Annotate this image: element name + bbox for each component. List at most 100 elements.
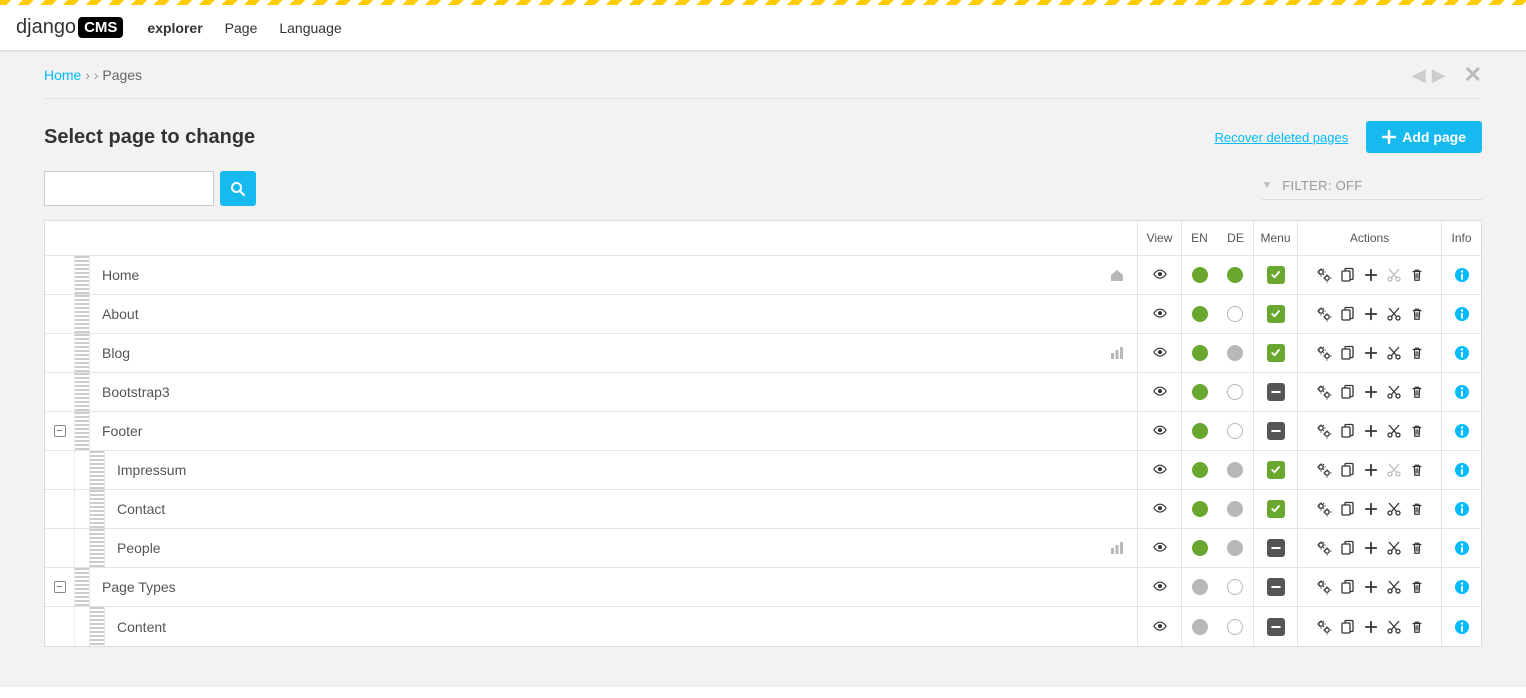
filter-toggle[interactable]: ▼ FILTER: OFF — [1262, 178, 1482, 193]
add-icon[interactable] — [1364, 307, 1378, 321]
copy-icon[interactable] — [1340, 462, 1356, 478]
trash-icon[interactable] — [1410, 462, 1424, 478]
page-name-cell[interactable]: Footer — [90, 423, 1137, 439]
menu-page[interactable]: Page — [225, 20, 258, 36]
cut-icon[interactable] — [1386, 345, 1402, 361]
info-icon[interactable] — [1454, 345, 1470, 361]
view-cell[interactable] — [1137, 334, 1181, 372]
cut-icon[interactable] — [1386, 423, 1402, 439]
cut-icon[interactable] — [1386, 540, 1402, 556]
cut-icon[interactable] — [1386, 501, 1402, 517]
add-icon[interactable] — [1364, 620, 1378, 634]
menu-check-icon[interactable] — [1267, 500, 1285, 518]
page-name-cell[interactable]: Home — [90, 267, 1137, 283]
breadcrumb-home[interactable]: Home — [44, 67, 81, 83]
drag-handle[interactable] — [90, 607, 105, 646]
add-icon[interactable] — [1364, 424, 1378, 438]
lang-dot-green[interactable] — [1227, 267, 1243, 283]
menu-minus-icon[interactable] — [1267, 422, 1285, 440]
drag-handle[interactable] — [75, 295, 90, 333]
menu-minus-icon[interactable] — [1267, 618, 1285, 636]
add-icon[interactable] — [1364, 268, 1378, 282]
lang-dot-green[interactable] — [1192, 384, 1208, 400]
info-icon[interactable] — [1454, 306, 1470, 322]
copy-icon[interactable] — [1340, 579, 1356, 595]
lang-dot-outline[interactable] — [1227, 384, 1243, 400]
info-icon[interactable] — [1454, 423, 1470, 439]
view-cell[interactable] — [1137, 412, 1181, 450]
drag-handle[interactable] — [75, 256, 90, 294]
copy-icon[interactable] — [1340, 384, 1356, 400]
menu-check-icon[interactable] — [1267, 461, 1285, 479]
lang-dot-outline[interactable] — [1227, 619, 1243, 635]
add-icon[interactable] — [1364, 385, 1378, 399]
search-input[interactable] — [44, 171, 214, 206]
copy-icon[interactable] — [1340, 619, 1356, 635]
drag-handle[interactable] — [90, 451, 105, 489]
trash-icon[interactable] — [1410, 619, 1424, 635]
copy-icon[interactable] — [1340, 501, 1356, 517]
view-cell[interactable] — [1137, 295, 1181, 333]
drag-handle[interactable] — [75, 334, 90, 372]
page-name-cell[interactable]: Page Types — [90, 579, 1137, 595]
menu-check-icon[interactable] — [1267, 266, 1285, 284]
lang-dot-grey[interactable] — [1192, 579, 1208, 595]
cut-icon[interactable] — [1386, 267, 1402, 283]
cut-icon[interactable] — [1386, 384, 1402, 400]
cut-icon[interactable] — [1386, 619, 1402, 635]
copy-icon[interactable] — [1340, 345, 1356, 361]
menu-language[interactable]: Language — [279, 20, 341, 36]
settings-icon[interactable] — [1316, 267, 1332, 283]
lang-dot-green[interactable] — [1192, 540, 1208, 556]
lang-dot-green[interactable] — [1192, 462, 1208, 478]
page-name-cell[interactable]: About — [90, 306, 1137, 322]
search-button[interactable] — [220, 171, 256, 206]
copy-icon[interactable] — [1340, 306, 1356, 322]
lang-dot-green[interactable] — [1192, 267, 1208, 283]
menu-check-icon[interactable] — [1267, 305, 1285, 323]
menu-explorer[interactable]: explorer — [147, 20, 202, 36]
lang-dot-grey[interactable] — [1227, 462, 1243, 478]
lang-dot-outline[interactable] — [1227, 306, 1243, 322]
add-page-button[interactable]: Add page — [1366, 121, 1482, 153]
cut-icon[interactable] — [1386, 579, 1402, 595]
menu-minus-icon[interactable] — [1267, 539, 1285, 557]
add-icon[interactable] — [1364, 502, 1378, 516]
close-icon[interactable]: ✕ — [1464, 62, 1482, 88]
settings-icon[interactable] — [1316, 619, 1332, 635]
page-name-cell[interactable]: People — [105, 540, 1137, 556]
drag-handle[interactable] — [75, 373, 90, 411]
settings-icon[interactable] — [1316, 423, 1332, 439]
menu-minus-icon[interactable] — [1267, 578, 1285, 596]
drag-handle[interactable] — [75, 568, 90, 606]
lang-dot-grey[interactable] — [1227, 540, 1243, 556]
add-icon[interactable] — [1364, 541, 1378, 555]
nav-next-icon[interactable]: ▶ — [1432, 65, 1446, 86]
info-icon[interactable] — [1454, 267, 1470, 283]
lang-dot-green[interactable] — [1192, 423, 1208, 439]
trash-icon[interactable] — [1410, 267, 1424, 283]
drag-handle[interactable] — [90, 490, 105, 528]
page-name-cell[interactable]: Contact — [105, 501, 1137, 517]
view-cell[interactable] — [1137, 529, 1181, 567]
lang-dot-outline[interactable] — [1227, 579, 1243, 595]
info-icon[interactable] — [1454, 501, 1470, 517]
nav-prev-icon[interactable]: ◀ — [1412, 65, 1426, 86]
lang-dot-green[interactable] — [1192, 501, 1208, 517]
copy-icon[interactable] — [1340, 423, 1356, 439]
add-icon[interactable] — [1364, 346, 1378, 360]
info-icon[interactable] — [1454, 579, 1470, 595]
trash-icon[interactable] — [1410, 384, 1424, 400]
recover-link[interactable]: Recover deleted pages — [1215, 130, 1349, 145]
settings-icon[interactable] — [1316, 306, 1332, 322]
lang-dot-grey[interactable] — [1192, 619, 1208, 635]
add-icon[interactable] — [1364, 463, 1378, 477]
collapse-toggle[interactable]: − — [54, 581, 66, 593]
drag-handle[interactable] — [90, 529, 105, 567]
lang-dot-outline[interactable] — [1227, 423, 1243, 439]
trash-icon[interactable] — [1410, 579, 1424, 595]
view-cell[interactable] — [1137, 256, 1181, 294]
view-cell[interactable] — [1137, 607, 1181, 646]
copy-icon[interactable] — [1340, 540, 1356, 556]
menu-minus-icon[interactable] — [1267, 383, 1285, 401]
